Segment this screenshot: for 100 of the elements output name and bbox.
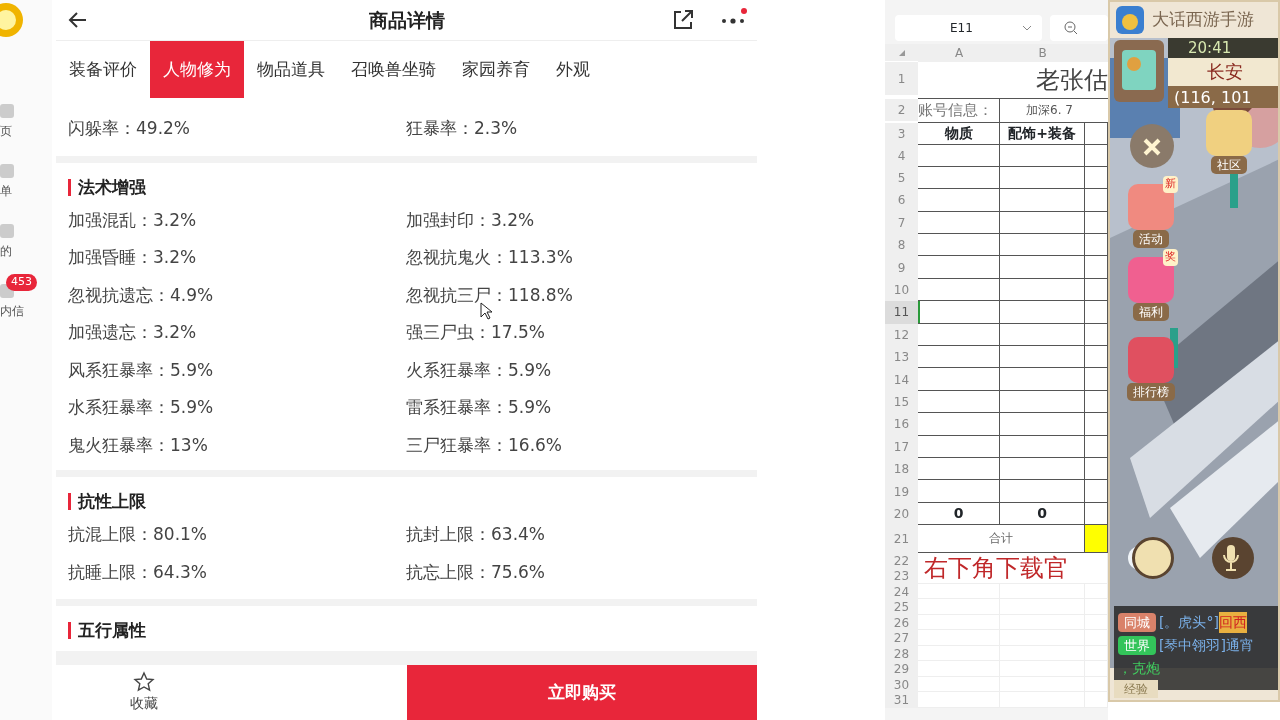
attribute-text: 三尸狂暴率：16.6% xyxy=(406,433,562,457)
sidebar-item[interactable]: 的 xyxy=(0,242,12,260)
highlighted-cell xyxy=(1085,524,1108,553)
corner-icon xyxy=(898,49,905,56)
attribute-text: 忽视抗鬼火：113.3% xyxy=(406,246,573,269)
select-all-button[interactable] xyxy=(885,44,918,61)
channel-tag[interactable]: 同城 xyxy=(1118,612,1156,633)
chat-message: ，克炮 xyxy=(1118,659,1161,678)
game-menu-label[interactable]: 社区 xyxy=(1211,156,1247,174)
chat-tab[interactable]: 经验 xyxy=(1114,680,1158,698)
column-header[interactable]: B xyxy=(1000,44,1085,62)
attribute-text: 加强封印：3.2% xyxy=(406,208,535,232)
game-menu-icon[interactable] xyxy=(1206,110,1252,156)
row-header[interactable]: 10 xyxy=(885,278,918,302)
map-icon xyxy=(1114,40,1164,102)
row-header[interactable]: 20 xyxy=(885,502,918,525)
attribute-text: 加强混乱：3.2% xyxy=(68,208,197,232)
row-header[interactable]: 6 xyxy=(885,189,918,212)
row-header[interactable]: 3 xyxy=(885,122,918,145)
column-header[interactable]: A xyxy=(918,44,1000,62)
attribute-text: 抗睡上限：64.3% xyxy=(68,560,207,584)
row-header[interactable]: 7 xyxy=(885,211,918,235)
row-header[interactable]: 11 xyxy=(885,301,918,324)
game-menu-label[interactable]: 排行榜 xyxy=(1127,383,1175,401)
row-header[interactable]: 19 xyxy=(885,480,918,503)
attribute-text: 风系狂暴率：5.9% xyxy=(68,358,214,382)
game-menu-label[interactable]: 福利 xyxy=(1133,303,1169,321)
star-icon xyxy=(132,671,155,693)
table-cell: 账号信息： xyxy=(918,99,1000,123)
microphone-icon xyxy=(1221,543,1241,573)
name-box[interactable]: E11 xyxy=(895,15,1042,41)
row-header[interactable]: 5 xyxy=(885,166,918,190)
section-title: 法术增强 xyxy=(68,178,745,196)
attribute-text: 狂暴率：2.3% xyxy=(406,117,518,140)
row-header[interactable]: 18 xyxy=(885,457,918,481)
sidebar-item[interactable]: 内信 xyxy=(0,302,24,320)
attribute-text: 闪躲率：49.2% xyxy=(68,117,190,140)
logo-icon xyxy=(0,0,26,40)
row-header[interactable]: 27 xyxy=(885,630,918,646)
row-header[interactable]: 4 xyxy=(885,144,918,167)
attribute-text: 抗混上限：80.1% xyxy=(68,523,207,546)
table-cell: 配饰+装备 xyxy=(1000,122,1085,145)
selected-cell[interactable] xyxy=(918,301,1000,324)
table-cell: 0 xyxy=(1000,502,1085,525)
cell-reference: E11 xyxy=(950,20,973,37)
row-header[interactable]: 21 xyxy=(885,524,918,553)
section-title: 五行属性 xyxy=(68,622,745,639)
row-header[interactable]: 8 xyxy=(885,234,918,257)
table-cell: 0 xyxy=(918,502,1000,525)
row-header[interactable]: 29 xyxy=(885,661,918,677)
coordinates-text: (116, 101 xyxy=(1168,86,1278,108)
row-header[interactable]: 9 xyxy=(885,256,918,279)
chat-message: [。虎头°] xyxy=(1159,613,1219,632)
tab[interactable]: 召唤兽坐骑 xyxy=(338,41,449,98)
favorite-button[interactable]: 收藏 xyxy=(56,665,231,720)
tab[interactable]: 人物修为 xyxy=(150,41,244,98)
attribute-text: 加强遗忘：3.2% xyxy=(68,321,197,344)
row-header[interactable]: 25 xyxy=(885,599,918,615)
page-title: 商品详情 xyxy=(368,7,445,33)
zoom-button[interactable] xyxy=(1049,15,1108,41)
attribute-text: 加强昏睡：3.2% xyxy=(68,246,197,269)
row-header[interactable]: 15 xyxy=(885,390,918,414)
attribute-text: 忽视抗遗忘：4.9% xyxy=(68,283,214,307)
tab[interactable]: 装备评价 xyxy=(56,41,150,98)
chat-message: [琴中翎羽]通宵 xyxy=(1159,636,1254,655)
tab[interactable]: 物品道具 xyxy=(244,41,338,98)
caret-icon xyxy=(1021,25,1032,31)
app-icon xyxy=(1116,6,1144,34)
location-text: 长安 xyxy=(1168,58,1278,86)
sidebar-item[interactable]: 页 xyxy=(0,122,12,140)
cursor-icon xyxy=(480,302,492,320)
row-header[interactable]: 13 xyxy=(885,346,918,369)
attribute-text: 抗封上限：63.4% xyxy=(406,523,545,546)
attribute-text: 抗忘上限：75.6% xyxy=(406,560,545,584)
sidebar-item[interactable]: 单 xyxy=(0,182,12,200)
close-icon xyxy=(1142,136,1162,157)
attribute-text: 水系狂暴率：5.9% xyxy=(68,396,214,419)
row-header[interactable]: 1 xyxy=(885,62,918,95)
badge-text: 奖 xyxy=(1163,249,1178,266)
tab[interactable]: 外观 xyxy=(543,41,603,98)
row-header[interactable]: 12 xyxy=(885,323,918,346)
table-cell: 物质 xyxy=(918,122,1000,145)
section-title: 抗性上限 xyxy=(68,493,745,510)
attribute-text: 鬼火狂暴率：13% xyxy=(68,433,208,457)
attribute-text: 强三尸虫：17.5% xyxy=(406,321,545,344)
tab[interactable]: 家园养育 xyxy=(449,41,543,98)
row-header[interactable]: 14 xyxy=(885,368,918,391)
attribute-text: 火系狂暴率：5.9% xyxy=(406,358,552,382)
buy-button[interactable]: 立即购买 xyxy=(407,665,757,720)
row-header[interactable]: 31 xyxy=(885,692,918,708)
channel-tag[interactable]: 世界 xyxy=(1118,635,1156,656)
game-menu-label[interactable]: 活动 xyxy=(1133,230,1169,248)
share-icon xyxy=(671,8,695,32)
row-header[interactable]: 23 xyxy=(885,568,918,584)
zoom-out-icon xyxy=(1063,21,1078,35)
row-header[interactable]: 16 xyxy=(885,413,918,436)
row-header[interactable]: 2 xyxy=(885,99,918,121)
attribute-text: 雷系狂暴率：5.9% xyxy=(406,396,552,419)
game-menu-icon[interactable] xyxy=(1128,337,1174,383)
row-header[interactable]: 17 xyxy=(885,435,918,458)
